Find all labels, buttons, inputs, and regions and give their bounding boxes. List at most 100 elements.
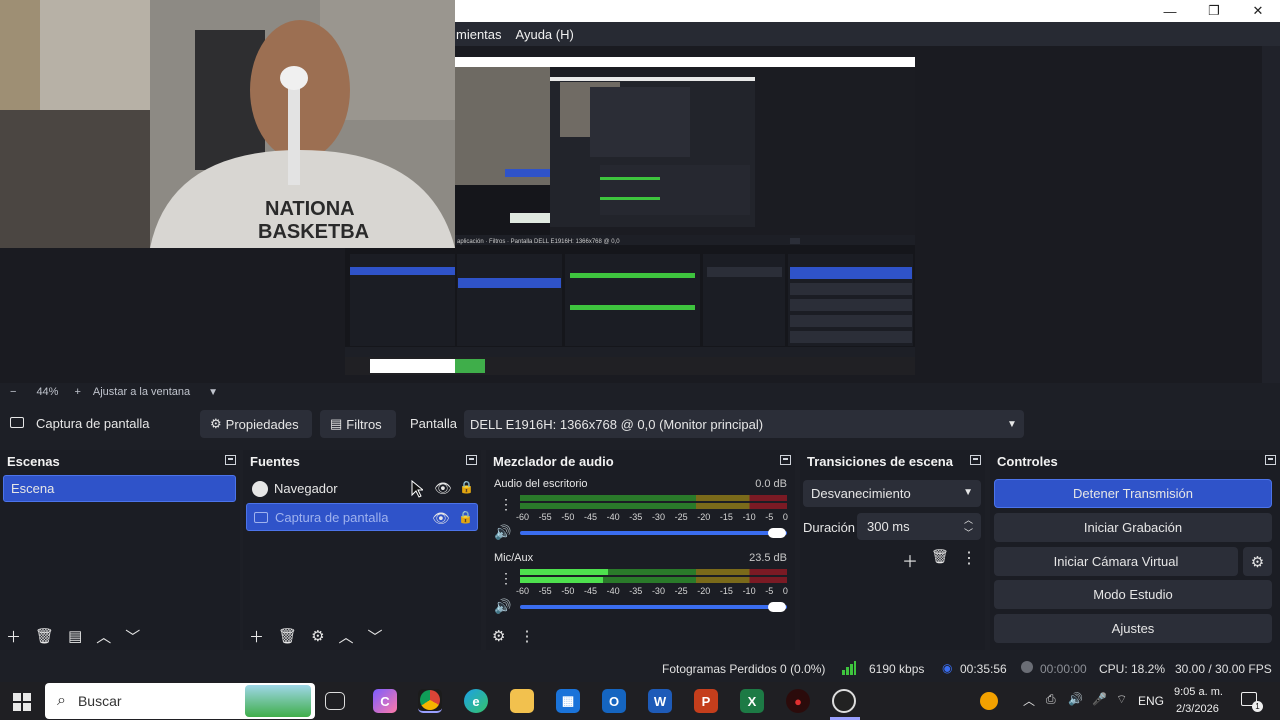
kebab-menu-icon[interactable]: ⋮ bbox=[499, 570, 513, 587]
start-recording-button[interactable]: Iniciar Grabación bbox=[994, 513, 1272, 542]
display-select[interactable]: DELL E1916H: 1366x768 @ 0,0 (Monitor pri… bbox=[464, 410, 1024, 438]
word-icon[interactable]: W bbox=[648, 689, 672, 713]
clock-date[interactable]: 2/3/2026 bbox=[1176, 703, 1219, 715]
eye-icon[interactable]: 👁 bbox=[432, 510, 450, 527]
chrome-icon[interactable] bbox=[418, 689, 442, 713]
excel-icon[interactable]: X bbox=[740, 689, 764, 713]
meter-tick-label: -20 bbox=[697, 512, 711, 522]
source-toolbar: Captura de pantalla ⚙ Propiedades ▤ Filt… bbox=[0, 406, 1280, 442]
zoom-level: 44% bbox=[36, 386, 59, 398]
transition-select[interactable]: Desvanecimiento ▼ bbox=[803, 480, 981, 507]
zoom-in-button[interactable]: + bbox=[74, 386, 80, 398]
eye-icon[interactable]: 👁 bbox=[434, 480, 452, 497]
scene-item-label: Escena bbox=[11, 481, 55, 496]
filter-icon[interactable]: ▤ bbox=[68, 627, 82, 645]
meter-tick-label: -45 bbox=[583, 586, 597, 596]
move-down-icon[interactable]: ﹀ bbox=[125, 626, 140, 647]
search-highlight-image bbox=[245, 685, 311, 717]
minimize-button[interactable]: — bbox=[1148, 0, 1192, 22]
recording-app-icon[interactable]: ● bbox=[786, 689, 810, 713]
weather-icon[interactable] bbox=[980, 692, 998, 710]
duration-spinbox[interactable]: 300 ms ︿ ﹀ bbox=[857, 513, 981, 540]
source-item-label: Captura de pantalla bbox=[275, 509, 389, 525]
kebab-menu-icon[interactable]: ⋮ bbox=[519, 627, 534, 645]
trash-icon[interactable]: 🗑 bbox=[931, 548, 949, 565]
chevron-up-icon[interactable]: ︿ bbox=[964, 513, 973, 526]
copilot-icon[interactable]: C bbox=[373, 689, 397, 713]
webcam-overlay[interactable]: NATIONA BASKETBA bbox=[0, 0, 455, 248]
advanced-audio-gear-icon[interactable]: ⚙ bbox=[492, 627, 505, 645]
display-label: Pantalla bbox=[410, 416, 457, 431]
webcam-image: NATIONA BASKETBA bbox=[0, 0, 455, 248]
chevron-down-icon[interactable]: ﹀ bbox=[964, 526, 973, 539]
volume-slider-handle[interactable] bbox=[768, 528, 786, 538]
scenes-title: Escenas bbox=[7, 453, 60, 469]
source-item-selected[interactable]: Captura de pantalla 👁 🔒 bbox=[246, 503, 478, 531]
usb-icon[interactable]: ⎙ bbox=[1046, 692, 1056, 707]
undock-icon[interactable] bbox=[466, 455, 477, 465]
studio-mode-button[interactable]: Modo Estudio bbox=[994, 580, 1272, 609]
volume-slider[interactable] bbox=[520, 531, 787, 535]
move-up-icon[interactable]: ︿ bbox=[339, 626, 354, 647]
file-explorer-icon[interactable] bbox=[510, 689, 534, 713]
gear-icon[interactable]: ⚙ bbox=[311, 627, 324, 645]
outlook-icon[interactable]: O bbox=[602, 689, 626, 713]
preview-scrollbar[interactable] bbox=[1262, 46, 1280, 383]
kebab-menu-icon[interactable]: ⋮ bbox=[961, 548, 977, 568]
lock-icon[interactable]: 🔒 bbox=[458, 510, 473, 524]
level-meter bbox=[520, 503, 787, 509]
powerpoint-icon[interactable]: P bbox=[694, 689, 718, 713]
menu-item-tools[interactable]: mientas bbox=[456, 27, 502, 42]
record-icon bbox=[1021, 661, 1033, 673]
add-icon[interactable]: ＋ bbox=[249, 626, 264, 647]
add-icon[interactable]: ＋ bbox=[902, 548, 918, 572]
speaker-icon[interactable]: 🔊 bbox=[494, 524, 511, 541]
language-indicator[interactable]: ENG bbox=[1138, 694, 1164, 708]
clock-time[interactable]: 9:05 a. m. bbox=[1174, 686, 1223, 698]
lock-icon[interactable]: 🔒 bbox=[459, 480, 474, 494]
move-up-icon[interactable]: ︿ bbox=[96, 626, 111, 647]
chevron-up-icon[interactable]: ︿ bbox=[1023, 692, 1035, 709]
virtual-camera-gear-icon[interactable]: ⚙ bbox=[1243, 547, 1272, 576]
properties-button[interactable]: ⚙ Propiedades bbox=[200, 410, 312, 438]
settings-button[interactable]: Ajustes bbox=[994, 614, 1272, 643]
taskbar-search[interactable]: ⌕ Buscar bbox=[45, 683, 315, 719]
undock-icon[interactable] bbox=[225, 455, 236, 465]
store-icon[interactable]: ▦ bbox=[556, 689, 580, 713]
source-item[interactable]: Navegador 👁 🔒 bbox=[246, 475, 478, 502]
edge-icon[interactable]: e bbox=[464, 689, 488, 713]
mixer-footer: ⚙ ⋮ bbox=[486, 622, 795, 650]
trash-icon[interactable]: 🗑 bbox=[35, 627, 54, 645]
undock-icon[interactable] bbox=[780, 455, 791, 465]
zoom-dropdown-icon[interactable]: ▼ bbox=[208, 387, 218, 398]
close-button[interactable]: ✕ bbox=[1236, 0, 1280, 22]
network-icon[interactable]: ⌔ bbox=[1116, 692, 1127, 707]
speaker-icon[interactable]: 🔊 bbox=[494, 598, 511, 615]
trash-icon[interactable]: 🗑 bbox=[278, 627, 297, 645]
microphone-icon[interactable]: 🎤 bbox=[1092, 692, 1107, 706]
undock-icon[interactable] bbox=[1265, 455, 1276, 465]
volume-slider[interactable] bbox=[520, 605, 787, 609]
menu-item-help[interactable]: Ayuda (H) bbox=[516, 27, 574, 42]
zoom-out-button[interactable]: − bbox=[10, 386, 16, 398]
volume-icon[interactable]: 🔊 bbox=[1068, 692, 1083, 706]
scene-item[interactable]: Escena bbox=[3, 475, 236, 502]
move-down-icon[interactable]: ﹀ bbox=[368, 626, 383, 647]
kebab-menu-icon[interactable]: ⋮ bbox=[499, 496, 513, 513]
volume-slider-handle[interactable] bbox=[768, 602, 786, 612]
scenes-dock: Escenas Escena ＋ 🗑 ▤ ︿ ﹀ bbox=[0, 450, 240, 650]
meter-tick-label: -55 bbox=[538, 586, 552, 596]
virtual-camera-button[interactable]: Iniciar Cámara Virtual bbox=[994, 547, 1238, 576]
filters-button[interactable]: ▤ Filtros bbox=[320, 410, 396, 438]
obs-icon[interactable] bbox=[832, 689, 856, 713]
bitrate: 6190 kbps bbox=[869, 662, 925, 676]
maximize-button[interactable]: ❐ bbox=[1192, 0, 1236, 22]
add-icon[interactable]: ＋ bbox=[6, 626, 21, 647]
meter-tick-label: -20 bbox=[697, 586, 711, 596]
transitions-dock: Transiciones de escena Desvanecimiento ▼… bbox=[800, 450, 985, 650]
task-view-icon[interactable] bbox=[325, 692, 345, 710]
windows-start-icon[interactable] bbox=[13, 693, 31, 711]
chevron-down-icon[interactable]: ▼ bbox=[1000, 410, 1024, 438]
stop-stream-button[interactable]: Detener Transmisión bbox=[994, 479, 1272, 508]
undock-icon[interactable] bbox=[970, 455, 981, 465]
